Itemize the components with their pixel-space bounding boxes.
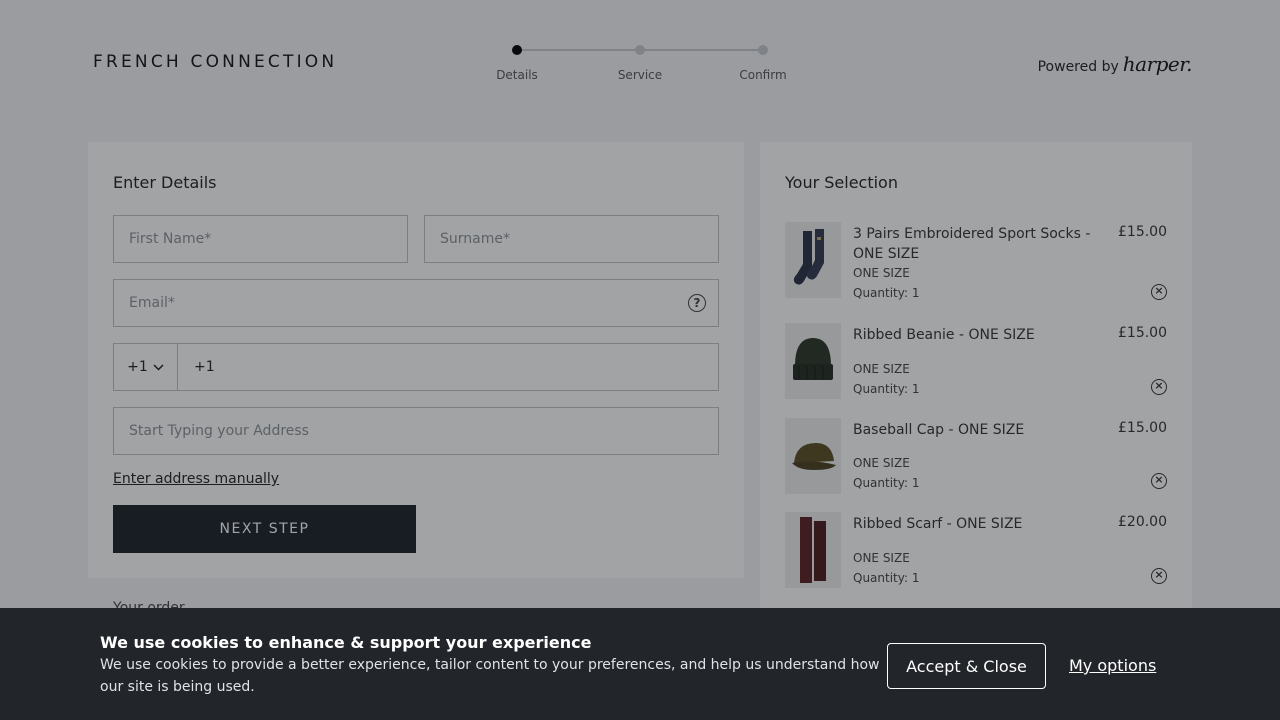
my-options-link[interactable]: My options [1069,656,1156,675]
cookie-title: We use cookies to enhance & support your… [100,633,592,652]
accept-close-button[interactable]: Accept & Close [887,643,1046,689]
cookie-banner: We use cookies to enhance & support your… [0,608,1280,720]
cookie-description: We use cookies to provide a better exper… [100,657,880,695]
